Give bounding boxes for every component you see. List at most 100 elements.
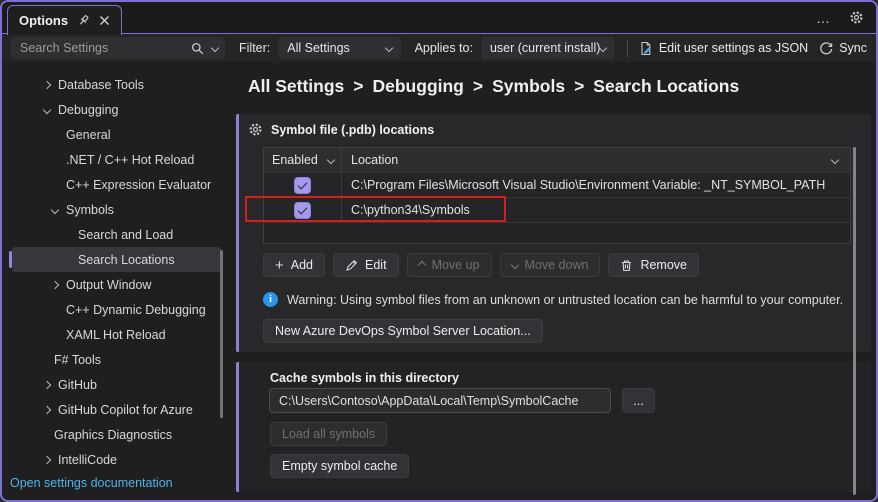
filter-label: Filter:	[239, 41, 271, 55]
breadcrumb: All Settings > Debugging > Symbols > Sea…	[248, 76, 739, 97]
chevron-right-icon	[42, 455, 52, 464]
tree-item-general[interactable]: General	[12, 122, 221, 147]
pin-icon[interactable]	[77, 14, 90, 27]
sidebar-scrollbar[interactable]	[220, 250, 223, 418]
enabled-checkbox[interactable]	[294, 201, 311, 219]
browse-button[interactable]: ...	[622, 388, 655, 413]
tree-item-cpp-expression-evaluator[interactable]: C++ Expression Evaluator	[12, 172, 221, 197]
tree-item-intellicode[interactable]: IntelliCode	[12, 447, 221, 472]
chevron-down-icon	[510, 260, 519, 270]
table-row[interactable]: C:\python34\Symbols	[264, 197, 850, 222]
breadcrumb-separator: >	[472, 76, 484, 96]
chevron-right-icon	[50, 280, 60, 289]
sync-label: Sync	[839, 41, 867, 55]
column-header-location[interactable]: Location	[341, 148, 850, 172]
chevron-down-icon	[50, 205, 60, 214]
settings-tree: Database Tools Debugging General .NET / …	[2, 62, 234, 500]
search-dropdown-chevron-icon[interactable]	[210, 43, 220, 53]
warning-row: i Warning: Using symbol files from an un…	[263, 292, 843, 307]
info-icon: i	[263, 292, 278, 307]
settings-panel-scrollbar[interactable]	[853, 147, 856, 495]
edit-button[interactable]: Edit	[333, 253, 399, 277]
title-bar: Options …	[2, 2, 876, 35]
search-input[interactable]	[18, 40, 183, 56]
tree-item-github-copilot-for-azure[interactable]: GitHub Copilot for Azure	[12, 397, 221, 422]
column-header-enabled[interactable]: Enabled	[264, 148, 341, 172]
breadcrumb-separator: >	[574, 76, 585, 96]
more-options-button[interactable]: …	[816, 11, 831, 25]
section-title: Symbol file (.pdb) locations	[271, 122, 435, 137]
chevron-right-icon	[42, 80, 52, 89]
chevron-down-icon	[599, 43, 608, 53]
enabled-checkbox[interactable]	[294, 176, 311, 194]
empty-symbol-cache-button[interactable]: Empty symbol cache	[270, 454, 410, 478]
location-cell: C:\Program Files\Microsoft Visual Studio…	[351, 178, 826, 192]
tree-item-search-and-load[interactable]: Search and Load	[12, 222, 221, 247]
search-input-container[interactable]	[11, 37, 225, 59]
close-icon[interactable]	[99, 15, 110, 26]
breadcrumb-symbols[interactable]: Symbols	[492, 76, 565, 97]
applies-to-value: user (current install)	[489, 41, 601, 55]
chevron-down-icon[interactable]	[326, 155, 336, 165]
settings-panel: All Settings > Debugging > Symbols > Sea…	[236, 62, 876, 500]
settings-toolbar: Filter: All Settings Applies to: user (c…	[2, 33, 876, 62]
options-tab[interactable]: Options	[7, 5, 123, 35]
chevron-right-icon	[42, 380, 52, 389]
options-window: Options … Filter: All Settings	[0, 0, 878, 502]
tree-item-search-locations[interactable]: Search Locations	[9, 247, 221, 272]
tree-item-database-tools[interactable]: Database Tools	[12, 72, 221, 97]
cache-directory-label: Cache symbols in this directory	[270, 371, 459, 385]
symbol-locations-group: Symbol file (.pdb) locations Enabled Loc…	[236, 114, 871, 352]
tree-item-dotnet-cpp-hot-reload[interactable]: .NET / C++ Hot Reload	[12, 147, 221, 172]
table-button-row: + Add Edit Move up Move down Remove	[263, 253, 699, 277]
plus-icon: +	[275, 256, 284, 274]
tree-item-github[interactable]: GitHub	[12, 372, 221, 397]
table-header: Enabled Location	[264, 148, 850, 172]
applies-to-dropdown[interactable]: user (current install)	[480, 37, 615, 59]
tree-item-debugging[interactable]: Debugging	[12, 97, 221, 122]
filter-value: All Settings	[287, 41, 350, 55]
move-up-button[interactable]: Move up	[406, 253, 492, 277]
symbol-locations-table: Enabled Location C:\Program Files\Micros…	[263, 147, 851, 244]
breadcrumb-search-locations[interactable]: Search Locations	[593, 76, 739, 97]
location-cell: C:\python34\Symbols	[351, 203, 470, 217]
cache-symbols-group: Cache symbols in this directory ... Load…	[236, 362, 871, 492]
applies-to-label: Applies to:	[414, 41, 473, 55]
filter-dropdown[interactable]: All Settings	[278, 37, 401, 59]
breadcrumb-debugging[interactable]: Debugging	[373, 76, 464, 97]
chevron-down-icon	[42, 105, 52, 114]
table-row[interactable]: C:\Program Files\Microsoft Visual Studio…	[264, 172, 850, 197]
tree-item-fsharp-tools[interactable]: F# Tools	[12, 347, 221, 372]
cache-directory-input[interactable]	[269, 388, 611, 413]
chevron-down-icon[interactable]	[830, 155, 840, 165]
json-file-icon	[639, 41, 653, 56]
edit-json-button[interactable]: Edit user settings as JSON	[639, 41, 808, 56]
new-azure-devops-symbol-server-button[interactable]: New Azure DevOps Symbol Server Location.…	[263, 319, 543, 343]
chevron-up-icon	[417, 260, 426, 270]
move-down-button[interactable]: Move down	[499, 253, 601, 277]
search-icon	[191, 42, 204, 55]
warning-text: Warning: Using symbol files from an unkn…	[287, 292, 844, 307]
tree-item-xaml-hot-reload[interactable]: XAML Hot Reload	[12, 322, 221, 347]
tree-item-output-window[interactable]: Output Window	[12, 272, 221, 297]
open-settings-documentation-link[interactable]: Open settings documentation	[10, 476, 173, 490]
sync-button[interactable]: Sync	[819, 41, 867, 55]
body-area: Database Tools Debugging General .NET / …	[2, 62, 876, 500]
pencil-icon	[345, 259, 358, 272]
load-all-symbols-button[interactable]: Load all symbols	[270, 422, 388, 446]
trash-icon	[620, 259, 633, 272]
breadcrumb-all-settings[interactable]: All Settings	[248, 76, 344, 97]
tab-title: Options	[19, 13, 69, 28]
edit-json-label: Edit user settings as JSON	[658, 41, 809, 55]
tree-item-symbols[interactable]: Symbols	[12, 197, 221, 222]
chevron-down-icon	[384, 43, 393, 53]
chevron-right-icon	[42, 405, 52, 414]
tree-item-graphics-diagnostics[interactable]: Graphics Diagnostics	[12, 422, 221, 447]
sync-icon	[819, 41, 833, 55]
tree-item-cpp-dynamic-debugging[interactable]: C++ Dynamic Debugging	[12, 297, 221, 322]
table-empty-row	[264, 222, 850, 243]
add-button[interactable]: + Add	[263, 253, 326, 277]
remove-button[interactable]: Remove	[608, 253, 699, 277]
gear-icon[interactable]	[849, 10, 864, 25]
toolbar-separator	[626, 39, 628, 57]
